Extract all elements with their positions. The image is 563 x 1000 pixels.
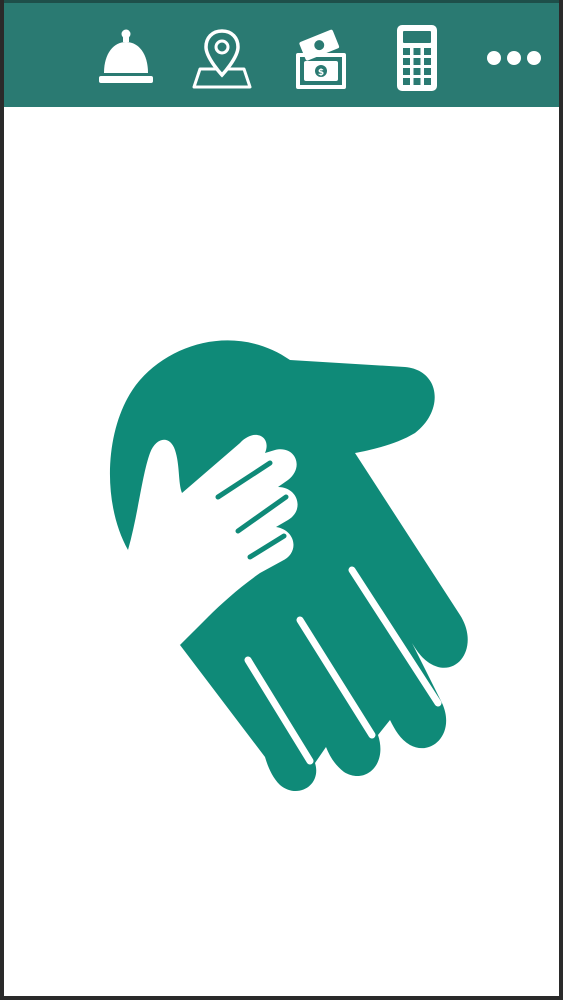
helping-hands-icon — [109, 340, 468, 792]
app-frame: $ — [0, 0, 563, 1000]
more-options-button[interactable] — [482, 23, 546, 93]
money-wallet-icon: $ — [296, 29, 346, 89]
main-content — [4, 107, 559, 996]
top-toolbar: $ — [4, 0, 559, 107]
service-bell-icon — [99, 29, 153, 83]
calculator-icon — [397, 25, 437, 91]
map-location-pin-icon — [192, 29, 252, 89]
svg-text:$: $ — [318, 68, 324, 78]
map-location-button[interactable] — [190, 23, 254, 93]
service-bell-button[interactable] — [94, 23, 158, 93]
more-dots-icon — [487, 51, 541, 65]
calculator-button[interactable] — [385, 23, 449, 93]
money-wallet-button[interactable]: $ — [289, 23, 353, 93]
